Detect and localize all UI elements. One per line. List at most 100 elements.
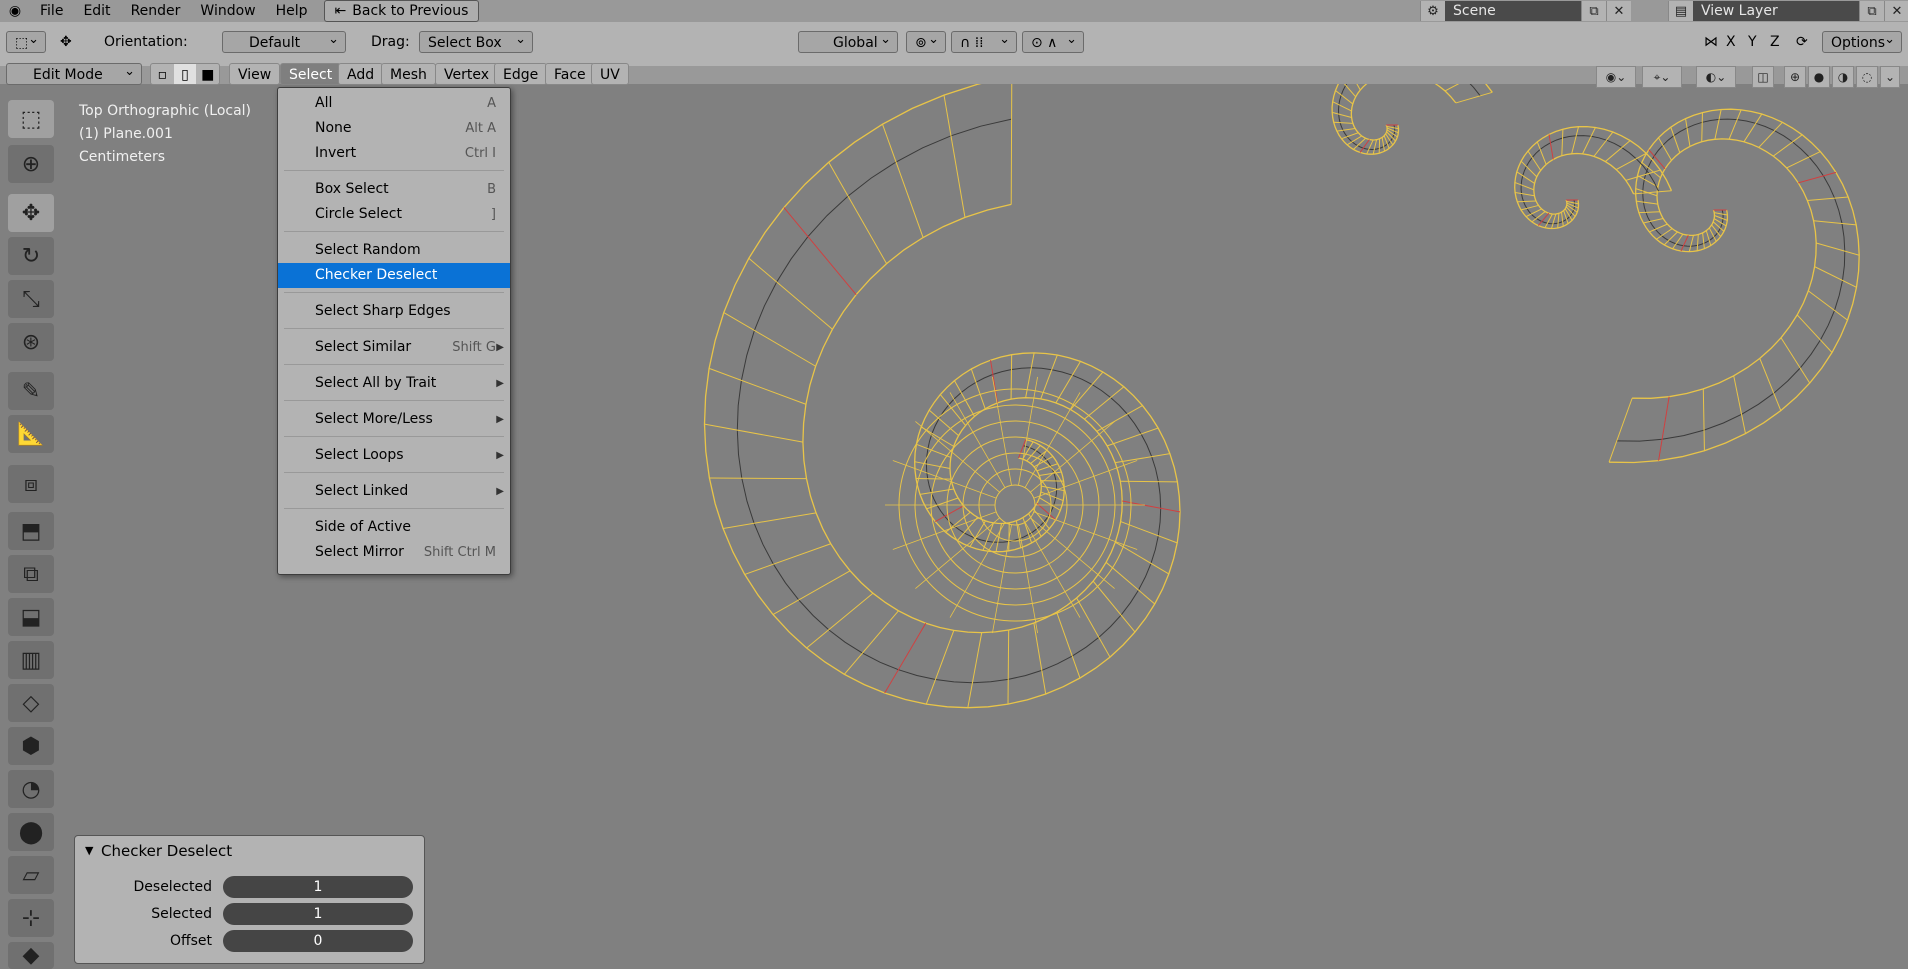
menu-item-select-sharp-edges[interactable]: Select Sharp Edges (278, 299, 510, 324)
submenu-arrow-icon: ▶ (496, 342, 504, 353)
menu-item-side-of-active[interactable]: Side of Active (278, 515, 510, 540)
mode-dropdown[interactable]: Edit Mode (6, 61, 142, 85)
menu-item-all[interactable]: All A (278, 91, 510, 116)
pivot-point-dropdown[interactable]: ⊚ (906, 29, 946, 53)
annotate-tool-icon[interactable]: ✎ (8, 372, 54, 410)
mirror-y-toggle[interactable]: Y (1748, 31, 1757, 53)
collapse-arrow-icon[interactable]: ▼ (85, 844, 93, 857)
menu-item-select-mirror[interactable]: Select Mirror Shift Ctrl M (278, 540, 510, 565)
knife-tool-icon[interactable]: ◇ (8, 684, 54, 722)
menu-item-box-select[interactable]: Box Select B (278, 177, 510, 202)
menu-separator (284, 231, 504, 232)
menu-item-invert[interactable]: Invert Ctrl I (278, 141, 510, 166)
select-mode-buttons: ▫ ▯ ■ (150, 63, 220, 85)
menu-item-circle-select[interactable]: Circle Select] (278, 202, 510, 227)
bevel-tool-icon[interactable]: ⬓ (8, 598, 54, 636)
scale-tool-icon[interactable]: ⤡ (8, 280, 54, 318)
options-dropdown[interactable]: Options (1822, 29, 1902, 53)
menu-item-select-linked[interactable]: Select Linked ▶ (278, 479, 510, 504)
loop-cut-tool-icon[interactable]: ▥ (8, 641, 54, 679)
menu-separator (284, 292, 504, 293)
tool-select-mode-dropdown[interactable]: ⬚ (6, 29, 46, 53)
shear-tool-icon[interactable]: ◆ (8, 942, 54, 969)
submenu-arrow-icon: ▶ (496, 486, 504, 497)
snapping-dropdown[interactable]: ∩ ⁞⁞ (951, 29, 1017, 53)
mirror-icon[interactable]: ⋈ (1704, 31, 1718, 53)
viewport-menu-edge[interactable]: Edge (494, 63, 548, 85)
poly-build-tool-icon[interactable]: ⬢ (8, 727, 54, 765)
rotate-tool-icon[interactable]: ↻ (8, 237, 54, 275)
select-tool-icon: ⬚ (15, 35, 29, 51)
pivot-icon: ⊚ (915, 35, 927, 51)
offset-field[interactable]: 0 (223, 930, 413, 952)
transform-tool-icon[interactable]: ⊛ (8, 323, 54, 361)
viewport-menu-select[interactable]: Select (280, 63, 342, 85)
wireframe-shading-icon[interactable]: ⊕ (1784, 66, 1806, 88)
view-name-label: Top Orthographic (Local) (79, 103, 252, 119)
viewport-menu-uv[interactable]: UV (591, 63, 629, 85)
menu-item-label: Select Mirror (315, 544, 404, 560)
cursor-tool-icon[interactable]: ⊕ (8, 145, 54, 183)
select-box-tool-icon[interactable]: ⬚ (8, 100, 54, 138)
solid-shading-icon[interactable]: ● (1808, 66, 1830, 88)
gizmo-icon: ⌖⌄ (1653, 69, 1671, 84)
mirror-x-toggle[interactable]: X (1726, 31, 1736, 53)
deselected-field[interactable]: 1 (223, 876, 413, 898)
orientation-dropdown[interactable]: Default (222, 29, 346, 53)
material-shading-icon[interactable]: ◑ (1832, 66, 1854, 88)
transform-orientation-dropdown[interactable]: Global (798, 29, 898, 53)
smooth-tool-icon[interactable]: ⬤ (8, 813, 54, 851)
menu-item-label: Select Loops (315, 447, 404, 463)
gizmo-dropdown[interactable]: ⌖⌄ (1642, 66, 1682, 88)
selected-field[interactable]: 1 (223, 903, 413, 925)
menu-item-shortcut: Ctrl I (464, 146, 496, 161)
add-cube-tool-icon[interactable]: ⧈ (8, 465, 54, 503)
edge-slide-tool-icon[interactable]: ▱ (8, 856, 54, 894)
menu-item-label: Select Sharp Edges (315, 303, 451, 319)
extrude-tool-icon[interactable]: ⬒ (8, 512, 54, 550)
drag-dropdown[interactable]: Select Box (419, 29, 533, 53)
measure-tool-icon[interactable]: 📐 (8, 415, 54, 453)
offset-field-row: Offset 0 (75, 930, 424, 954)
orientation-label: Orientation: (104, 34, 188, 50)
viewport-menu-add[interactable]: Add (338, 63, 384, 85)
edge-select-icon[interactable]: ▯ (173, 64, 197, 84)
menu-item-shortcut: ] (490, 207, 496, 222)
overlay-dropdown[interactable]: ◐⌄ (1696, 66, 1736, 88)
menu-item-label: Box Select (315, 181, 389, 197)
vertex-select-icon[interactable]: ▫ (151, 64, 174, 84)
viewport-menu-vertex[interactable]: Vertex (435, 63, 499, 85)
menu-item-none[interactable]: None Alt A (278, 116, 510, 141)
viewport-menu-view[interactable]: View (229, 63, 281, 85)
shading-options-icon[interactable]: ⌄ (1880, 66, 1900, 88)
selected-label: Selected (151, 906, 212, 922)
inset-faces-tool-icon[interactable]: ⧉ (8, 555, 54, 593)
menu-item-label: Checker Deselect (315, 267, 438, 283)
face-select-icon[interactable]: ■ (196, 64, 219, 84)
move-tool-icon[interactable]: ✥ (8, 194, 54, 232)
menu-item-checker-deselect[interactable]: Checker Deselect (278, 263, 510, 288)
menu-item-select-all-by-trait[interactable]: Select All by Trait ▶ (278, 371, 510, 396)
viewport-menu-mesh[interactable]: Mesh (381, 63, 436, 85)
menu-item-select-random[interactable]: Select Random (278, 238, 510, 263)
menu-item-shortcut: B (487, 182, 496, 197)
options-label: Options (1831, 35, 1886, 51)
object-name-label: (1) Plane.001 (79, 126, 173, 142)
overlay-icon: ◐⌄ (1705, 70, 1727, 84)
menu-separator (284, 400, 504, 401)
viewport-menu-face[interactable]: Face (545, 63, 595, 85)
menu-separator (284, 170, 504, 171)
proportional-editing-dropdown[interactable]: ⊙ ∧ (1022, 29, 1084, 53)
menu-item-select-similar[interactable]: Select Similar Shift G ▶ (278, 335, 510, 360)
menu-item-select-more-less[interactable]: Select More/Less ▶ (278, 407, 510, 432)
auto-merge-icon[interactable]: ⟳ (1796, 31, 1808, 53)
menu-item-select-loops[interactable]: Select Loops ▶ (278, 443, 510, 468)
spin-tool-icon[interactable]: ◔ (8, 770, 54, 808)
menu-item-shortcut: Shift Ctrl M (423, 545, 496, 560)
shrink-fatten-tool-icon[interactable]: ⊹ (8, 899, 54, 937)
menu-item-label: Select Similar (315, 339, 412, 355)
mirror-z-toggle[interactable]: Z (1770, 31, 1780, 53)
xray-toggle-icon[interactable]: ◫ (1752, 66, 1774, 88)
visibility-dropdown[interactable]: ◉⌄ (1596, 66, 1636, 88)
rendered-shading-icon[interactable]: ◌ (1856, 66, 1878, 88)
